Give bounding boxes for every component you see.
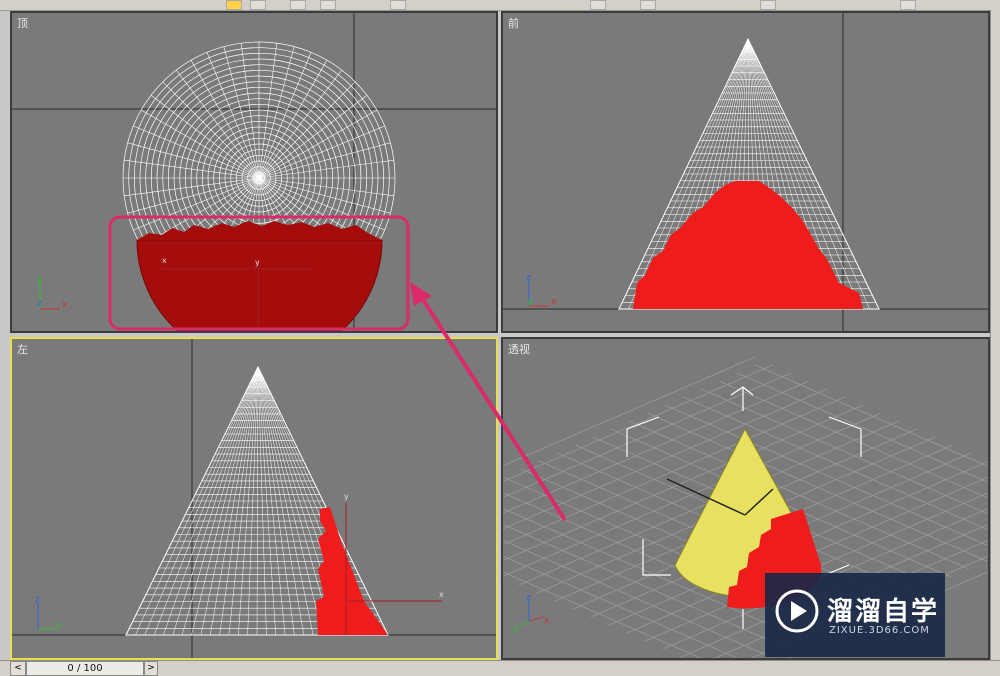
gizmo-front-x-label: x — [551, 297, 557, 307]
front-view-canvas: x z y — [503, 13, 988, 331]
watermark-subtitle: ZIXUE.3D66.COM — [829, 625, 930, 636]
gizmo-left-y-label: y — [56, 620, 62, 630]
gizmo-front-z-label: z — [526, 273, 531, 283]
gizmo-y-label: y — [37, 275, 43, 285]
time-next-button[interactable]: > — [144, 661, 158, 676]
top-axis-x: x — [162, 256, 167, 265]
gizmo-z-label: z — [37, 299, 42, 309]
left-axis-y: y — [344, 492, 349, 501]
render-tool-button[interactable] — [760, 0, 776, 10]
gizmo-persp-z-label: z — [526, 593, 531, 603]
viewport-left[interactable]: 左 y x y z — [10, 337, 498, 660]
time-slider-bar: < 0 / 100 > — [0, 660, 1000, 676]
watermark: 溜溜自学 ZIXUE.3D66.COM — [765, 573, 945, 657]
axis-gizmo-perspective: x z y — [513, 593, 550, 634]
watermark-title: 溜溜自学 — [827, 597, 940, 627]
gizmo-x-label: x — [62, 300, 68, 310]
move-tool-button[interactable] — [250, 0, 266, 10]
rotate-tool-button[interactable] — [290, 0, 306, 10]
gizmo-persp-y-label: y — [513, 624, 519, 634]
mirror-tool-button[interactable] — [590, 0, 606, 10]
align-tool-button[interactable] — [640, 0, 656, 10]
time-slider[interactable]: 0 / 100 — [26, 661, 144, 676]
viewport-top[interactable]: 顶 x y x y z — [10, 11, 498, 333]
scale-tool-button[interactable] — [320, 0, 336, 10]
select-tool-button[interactable] — [226, 0, 242, 10]
viewport-front[interactable]: 前 x z y — [501, 11, 990, 333]
left-axis-x: x — [439, 590, 444, 599]
axis-gizmo-front: x z y — [526, 273, 557, 307]
selected-faces-top — [136, 239, 383, 331]
axis-gizmo-left: y z — [35, 595, 62, 630]
main-toolbar — [0, 0, 1000, 11]
gizmo-front-y-label: y — [527, 297, 533, 307]
top-axis-y: y — [255, 258, 260, 267]
selected-faces-front — [633, 181, 863, 309]
snap-tool-button[interactable] — [390, 0, 406, 10]
left-view-canvas: y x y z — [12, 339, 496, 658]
axis-gizmo-top: x y z — [37, 275, 68, 310]
top-view-canvas: x y x y z — [12, 13, 496, 331]
gizmo-left-z-label: z — [35, 595, 40, 605]
selected-faces-left — [316, 507, 388, 635]
watermark-logo-icon — [775, 589, 819, 633]
command-panel-edge[interactable] — [990, 10, 1000, 675]
gizmo-persp-x-label: x — [544, 616, 550, 626]
material-tool-button[interactable] — [900, 0, 916, 10]
time-prev-button[interactable]: < — [10, 661, 26, 676]
